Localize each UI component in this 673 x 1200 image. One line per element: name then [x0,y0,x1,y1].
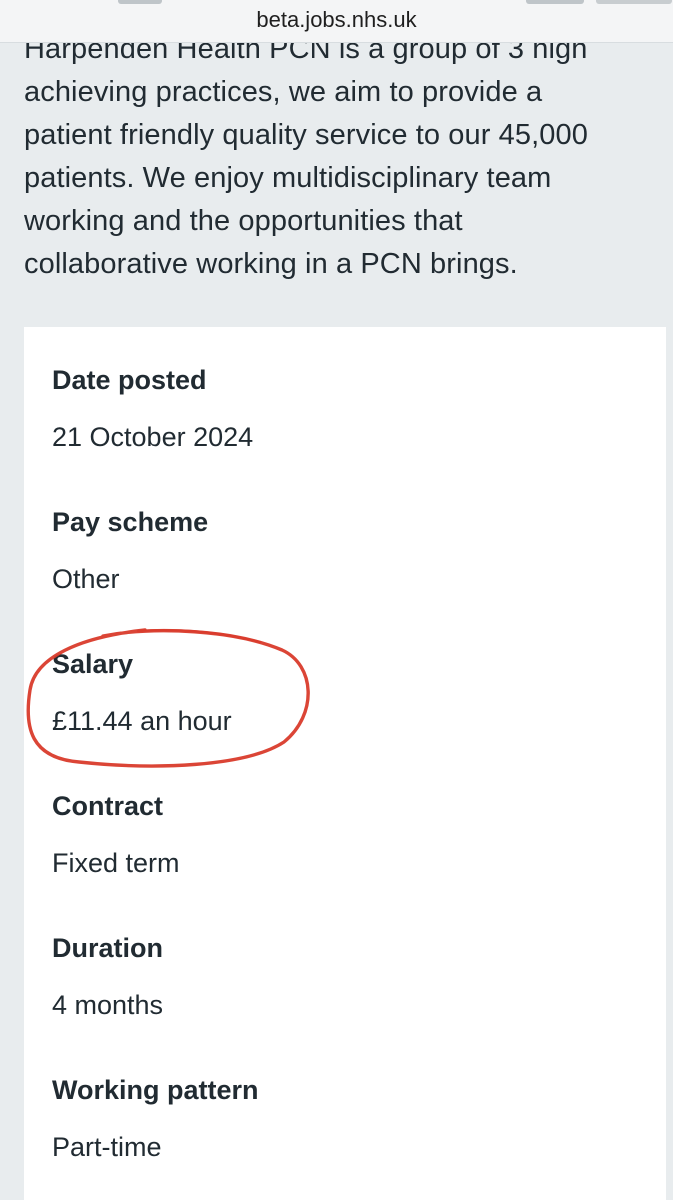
detail-value: £11.44 an hour [52,706,232,736]
detail-value: Other [52,564,120,594]
detail-label: Contract [52,791,164,821]
job-details-card: Date posted 21 October 2024 Pay scheme O… [24,327,666,1200]
description-line: working and the opportunities that [24,205,463,237]
job-details-page: Harpenden Health PCN is a group of 3 hig… [0,0,673,1200]
detail-label: Duration [52,933,163,963]
detail-item-contract: Contract Fixed term [52,789,612,880]
url-text[interactable]: beta.jobs.nhs.uk [0,7,673,33]
detail-item-salary: Salary £11.44 an hour [52,647,612,738]
status-bar-fragment [526,0,584,4]
description-line: collaborative working in a PCN brings. [24,248,518,280]
description-line: achieving practices, we aim to provide a [24,76,543,108]
description-line: patient friendly quality service to our … [24,119,588,151]
status-bar-fragment [596,0,672,4]
browser-url-bar[interactable]: beta.jobs.nhs.uk [0,0,673,43]
detail-value: 4 months [52,990,164,1020]
detail-label: Salary [52,649,134,679]
detail-label: Date posted [52,365,207,395]
employer-description: Harpenden Health PCN is a group of 3 hig… [24,28,654,286]
detail-item-duration: Duration 4 months [52,931,612,1022]
detail-label: Pay scheme [52,507,209,537]
detail-item-pay-scheme: Pay scheme Other [52,505,612,596]
description-line: patients. We enjoy multidisciplinary tea… [24,162,552,194]
detail-item-working-pattern: Working pattern Part-time [52,1073,612,1164]
status-bar-fragment [118,0,162,4]
detail-value: Fixed term [52,848,180,878]
detail-label: Working pattern [52,1075,259,1105]
detail-value: 21 October 2024 [52,422,254,452]
detail-value: Part-time [52,1132,162,1162]
detail-item-date-posted: Date posted 21 October 2024 [52,363,612,454]
